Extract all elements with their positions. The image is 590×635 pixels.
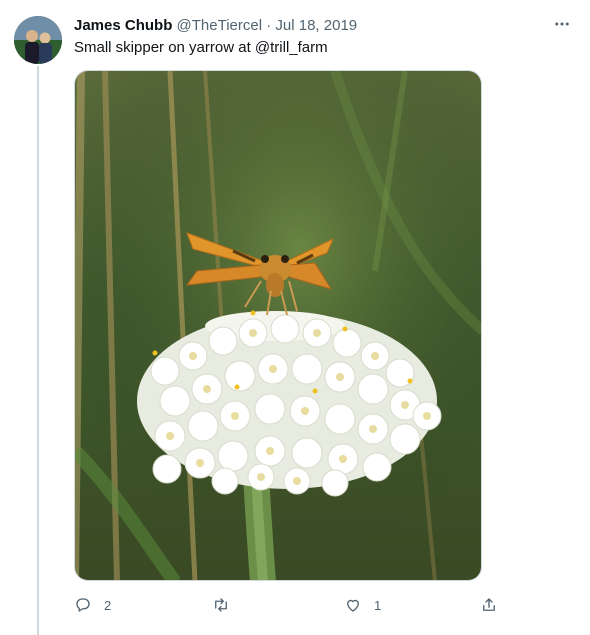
like-count: 1	[374, 597, 382, 613]
thread-line	[37, 66, 39, 635]
reply-icon	[76, 598, 90, 612]
author-name[interactable]: James Chubb	[74, 17, 172, 34]
reply-button[interactable]: 2	[74, 592, 111, 618]
heart-icon	[347, 599, 359, 612]
tweet-photo[interactable]	[74, 70, 482, 581]
reply-count: 2	[104, 597, 112, 613]
tweet-header: James Chubb @TheTiercel · Jul 18, 2019	[74, 16, 357, 36]
tweet-text: Small skipper on yarrow at @trill_farm	[74, 39, 328, 56]
share-button[interactable]	[480, 592, 498, 618]
more-options-button[interactable]	[550, 14, 574, 34]
butterfly-on-yarrow-photo	[75, 71, 481, 580]
avatar-image	[14, 16, 62, 64]
tweet-date[interactable]: Jul 18, 2019	[275, 17, 357, 34]
retweet-icon	[215, 598, 227, 612]
more-horizontal-icon	[555, 22, 569, 26]
author-handle[interactable]: @TheTiercel	[177, 17, 263, 34]
meta-separator: ·	[266, 17, 272, 34]
avatar[interactable]	[14, 16, 62, 64]
share-icon	[483, 598, 495, 611]
like-button[interactable]: 1	[344, 592, 381, 618]
tweet-actions: 2 1	[74, 592, 504, 618]
retweet-button[interactable]	[212, 592, 230, 618]
